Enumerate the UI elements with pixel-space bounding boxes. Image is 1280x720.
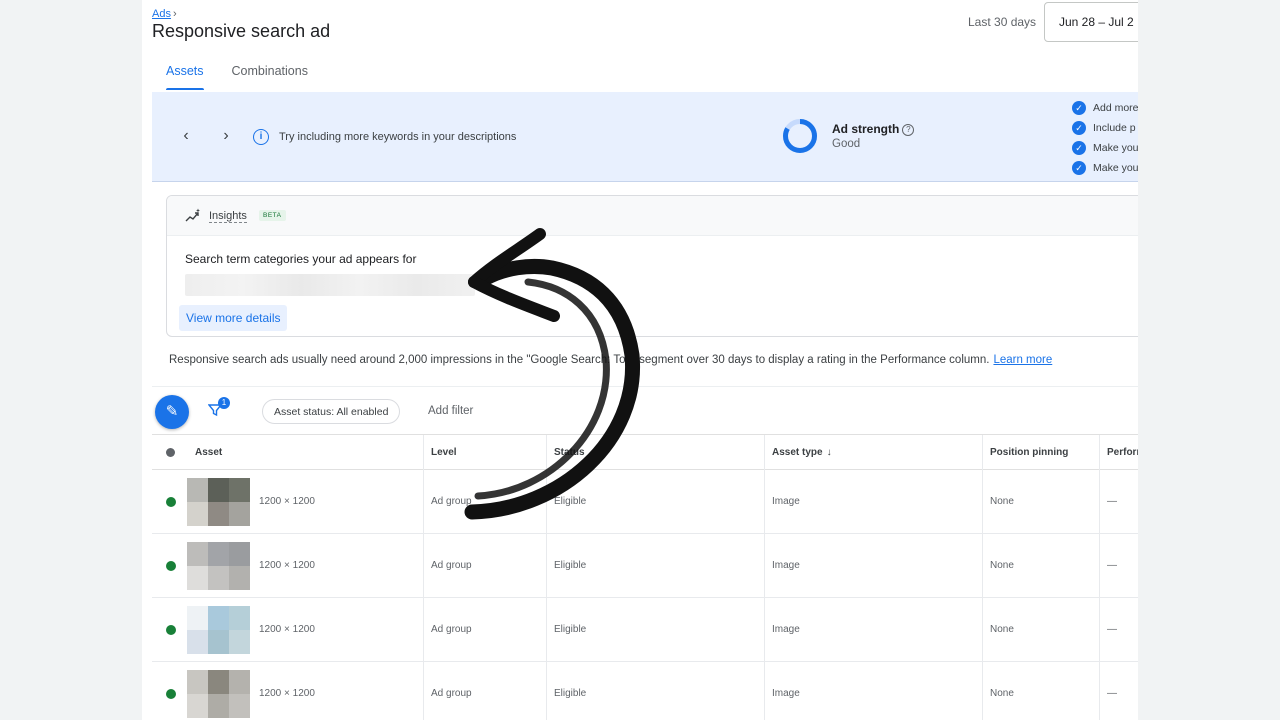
position-pinning-cell: None bbox=[982, 598, 1099, 662]
ad-strength-label: Ad strength? bbox=[832, 122, 915, 136]
position-pinning-cell: None bbox=[982, 534, 1099, 598]
ad-strength-banner: ‹ › i Try including more keywords in you… bbox=[152, 92, 1138, 182]
asset-status-filter-chip[interactable]: Asset status: All enabled bbox=[262, 399, 401, 424]
asset-type-cell: Image bbox=[764, 662, 982, 720]
row-status-cell bbox=[152, 598, 188, 662]
insights-card: Insights BETA Search term categories you… bbox=[166, 195, 1138, 337]
impressions-info-text: Responsive search ads usually need aroun… bbox=[169, 354, 990, 366]
tab-assets[interactable]: Assets bbox=[152, 58, 218, 90]
enabled-dot-icon bbox=[166, 497, 176, 507]
status-cell: Eligible bbox=[546, 662, 764, 720]
check-circle-icon: ✓ bbox=[1072, 141, 1086, 155]
column-header-position-pinning[interactable]: Position pinning bbox=[982, 435, 1099, 471]
table-row[interactable]: 1200 × 1200 Ad group Eligible Image None… bbox=[152, 662, 1138, 720]
asset-type-cell: Image bbox=[764, 470, 982, 534]
asset-cell: 1200 × 1200 bbox=[187, 534, 423, 598]
checklist-item: ✓ Add more bbox=[1072, 98, 1138, 118]
redacted-search-terms bbox=[185, 274, 475, 296]
asset-cell: 1200 × 1200 bbox=[187, 662, 423, 720]
level-cell: Ad group bbox=[423, 598, 546, 662]
table-toolbar: ✎ 1 Asset status: All enabled Add filter bbox=[152, 386, 1138, 434]
ads-page: Ads › Responsive search ad Last 30 days J… bbox=[142, 0, 1138, 720]
checklist-item: ✓ Make you bbox=[1072, 158, 1138, 178]
ad-strength-ring-icon bbox=[783, 119, 817, 153]
column-header-asset-type[interactable]: Asset type ↓ bbox=[764, 435, 982, 471]
column-header-performance[interactable]: Performance bbox=[1099, 435, 1138, 471]
insights-header: Insights BETA bbox=[167, 196, 1138, 236]
asset-dimensions: 1200 × 1200 bbox=[259, 688, 315, 699]
table-row[interactable]: 1200 × 1200 Ad group Eligible Image None… bbox=[152, 534, 1138, 598]
check-circle-icon: ✓ bbox=[1072, 121, 1086, 135]
tip-text: Try including more keywords in your desc… bbox=[279, 131, 517, 143]
breadcrumb-ads-link[interactable]: Ads bbox=[152, 8, 171, 20]
asset-thumbnail[interactable] bbox=[187, 542, 250, 590]
table-header: Asset Level Status Asset type ↓ Position … bbox=[152, 434, 1138, 471]
checklist-item: ✓ Include p bbox=[1072, 118, 1138, 138]
asset-type-cell: Image bbox=[764, 534, 982, 598]
breadcrumb-chevron-icon: › bbox=[172, 8, 177, 20]
checklist-item: ✓ Make you bbox=[1072, 138, 1138, 158]
date-range-label: Last 30 days bbox=[968, 15, 1037, 29]
column-header-status[interactable]: Status bbox=[546, 435, 764, 471]
learn-more-link[interactable]: Learn more bbox=[993, 354, 1052, 366]
status-cell: Eligible bbox=[546, 470, 764, 534]
position-pinning-cell: None bbox=[982, 662, 1099, 720]
performance-cell: — bbox=[1099, 598, 1138, 662]
asset-thumbnail[interactable] bbox=[187, 478, 250, 526]
assets-table: Asset Level Status Asset type ↓ Position … bbox=[152, 434, 1138, 720]
asset-cell: 1200 × 1200 bbox=[187, 470, 423, 534]
asset-thumbnail[interactable] bbox=[187, 670, 250, 718]
asset-dimensions: 1200 × 1200 bbox=[259, 560, 315, 571]
impressions-info: Responsive search ads usually need aroun… bbox=[169, 354, 1052, 366]
level-cell: Ad group bbox=[423, 534, 546, 598]
column-header-level[interactable]: Level bbox=[423, 435, 546, 471]
info-icon: i bbox=[253, 129, 269, 145]
enabled-dot-icon bbox=[166, 561, 176, 571]
ad-strength-value: Good bbox=[832, 138, 861, 150]
level-cell: Ad group bbox=[423, 470, 546, 534]
column-header-asset[interactable]: Asset bbox=[188, 435, 423, 471]
enabled-dot-icon bbox=[166, 689, 176, 699]
beta-badge: BETA bbox=[259, 210, 286, 221]
status-cell: Eligible bbox=[546, 598, 764, 662]
help-icon[interactable]: ? bbox=[902, 124, 915, 136]
tab-combinations[interactable]: Combinations bbox=[218, 58, 322, 90]
date-range-picker[interactable]: Jun 28 – Jul 2 bbox=[1044, 2, 1138, 42]
row-status-cell bbox=[152, 470, 188, 534]
asset-type-cell: Image bbox=[764, 598, 982, 662]
trending-sparkle-icon bbox=[185, 208, 200, 222]
asset-thumbnail[interactable] bbox=[187, 606, 250, 654]
row-status-cell bbox=[152, 662, 188, 720]
asset-dimensions: 1200 × 1200 bbox=[259, 496, 315, 507]
page-title: Responsive search ad bbox=[152, 21, 331, 41]
add-filter-button[interactable]: Add filter bbox=[428, 405, 473, 417]
position-pinning-cell: None bbox=[982, 470, 1099, 534]
status-column-header bbox=[152, 435, 188, 471]
arrow-down-icon: ↓ bbox=[826, 447, 832, 458]
level-cell: Ad group bbox=[423, 662, 546, 720]
view-more-details-button[interactable]: View more details bbox=[179, 305, 287, 331]
row-status-cell bbox=[152, 534, 188, 598]
performance-cell: — bbox=[1099, 662, 1138, 720]
status-cell: Eligible bbox=[546, 534, 764, 598]
check-circle-icon: ✓ bbox=[1072, 161, 1086, 175]
chevron-left-icon[interactable]: ‹ bbox=[177, 127, 195, 145]
asset-cell: 1200 × 1200 bbox=[187, 598, 423, 662]
breadcrumb: Ads › bbox=[152, 8, 177, 20]
status-dot-icon bbox=[166, 448, 175, 457]
ad-strength-checklist: ✓ Add more ✓ Include p ✓ Make you ✓ Make you bbox=[1072, 98, 1138, 178]
pencil-icon[interactable]: ✎ bbox=[155, 395, 189, 429]
filter-count-badge: 1 bbox=[218, 397, 230, 409]
performance-cell: — bbox=[1099, 470, 1138, 534]
insights-title[interactable]: Insights bbox=[209, 210, 247, 223]
table-row[interactable]: 1200 × 1200 Ad group Eligible Image None… bbox=[152, 598, 1138, 662]
table-row[interactable]: 1200 × 1200 Ad group Eligible Image None… bbox=[152, 470, 1138, 534]
enabled-dot-icon bbox=[166, 625, 176, 635]
check-circle-icon: ✓ bbox=[1072, 101, 1086, 115]
insights-subtitle: Search term categories your ad appears f… bbox=[185, 252, 417, 266]
asset-dimensions: 1200 × 1200 bbox=[259, 624, 315, 635]
tab-bar: Assets Combinations bbox=[152, 58, 322, 90]
chevron-right-icon[interactable]: › bbox=[217, 127, 235, 145]
performance-cell: — bbox=[1099, 534, 1138, 598]
